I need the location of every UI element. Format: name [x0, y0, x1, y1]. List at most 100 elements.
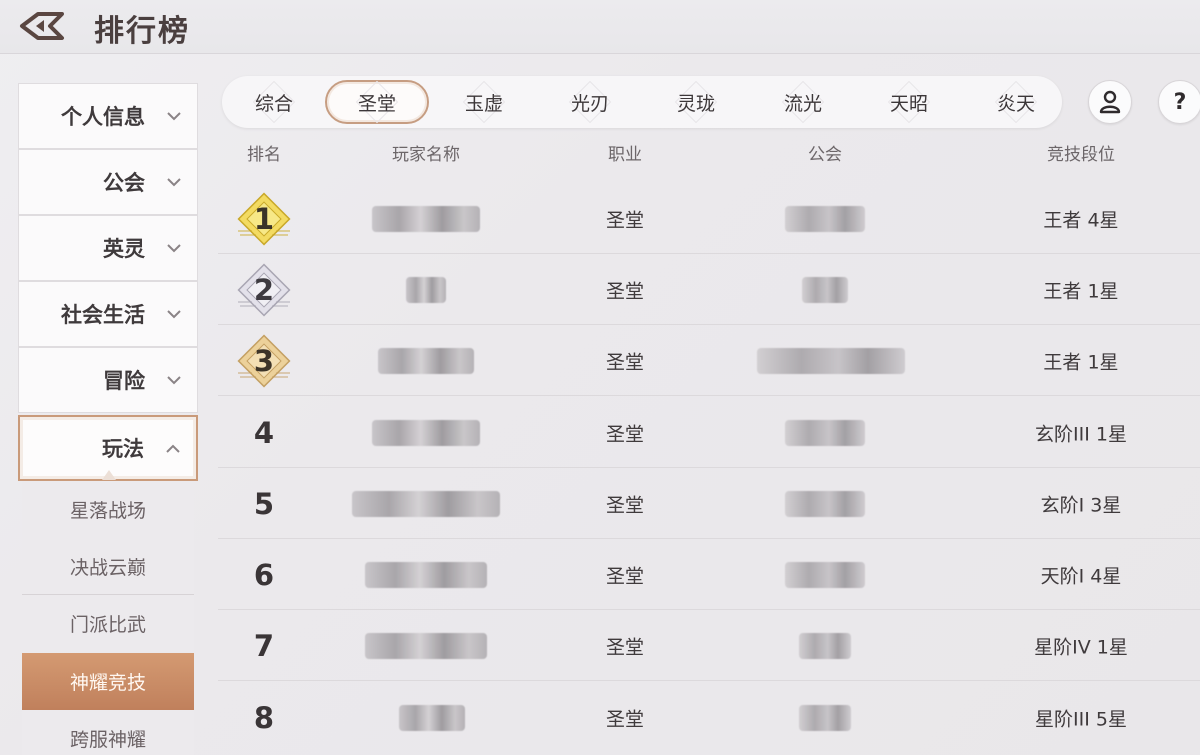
- back-button[interactable]: [18, 8, 66, 44]
- player-class: 圣堂: [605, 636, 645, 658]
- player-class: 圣堂: [605, 494, 645, 516]
- rank-number: 3: [253, 343, 275, 378]
- bronze-medal-icon: 3: [232, 329, 296, 393]
- gameplay-submenu: 星落战场 决战云巅 门派比武 神耀竞技 跨服神耀: [22, 481, 194, 755]
- gold-medal-icon: 1: [232, 187, 296, 251]
- chevron-down-icon: [167, 111, 181, 120]
- player-class: 圣堂: [605, 565, 645, 587]
- guild-name-blurred[interactable]: [785, 205, 865, 232]
- column-header-class: 职业: [608, 145, 642, 165]
- profile-button[interactable]: [1088, 80, 1132, 124]
- sidebar-item-label: 英灵: [103, 237, 145, 261]
- player-name-blurred[interactable]: [372, 419, 480, 446]
- rank-number: 2: [253, 272, 275, 307]
- player-name-blurred[interactable]: [352, 490, 500, 517]
- table-row[interactable]: 3 圣堂 王者 1星: [218, 325, 1200, 396]
- tab-guangren[interactable]: 光刃: [538, 80, 642, 124]
- tab-label: 圣堂: [357, 92, 396, 115]
- player-name-blurred[interactable]: [365, 632, 487, 659]
- tab-shengtang[interactable]: 圣堂: [325, 80, 429, 124]
- rank-number: 1: [253, 201, 275, 236]
- sidebar-item-heroes[interactable]: 英灵: [18, 215, 198, 281]
- table-row[interactable]: 1 圣堂 王者 4星: [218, 183, 1200, 254]
- rank-number: 4: [253, 415, 275, 450]
- arena-tier: 玄阶III 1星: [1035, 423, 1127, 445]
- guild-name-blurred[interactable]: [802, 276, 848, 303]
- column-header-guild: 公会: [808, 145, 842, 165]
- sidebar-item-social-life[interactable]: 社会生活: [18, 281, 198, 347]
- help-icon: ?: [1173, 89, 1187, 115]
- arena-tier: 星阶IV 1星: [1034, 636, 1128, 658]
- guild-name-blurred[interactable]: [785, 561, 865, 588]
- rank-number: 8: [253, 700, 275, 735]
- tab-label: 玉虚: [464, 92, 503, 115]
- rank-number: 7: [253, 628, 275, 663]
- tab-tianzhao[interactable]: 天昭: [857, 80, 961, 124]
- sidebar-item-label: 玩法: [102, 437, 144, 461]
- submenu-item-cloud-summit-duel[interactable]: 决战云巅: [22, 538, 194, 595]
- arena-tier: 王者 1星: [1043, 280, 1119, 302]
- table-row[interactable]: 5 圣堂 玄阶I 3星: [218, 468, 1200, 539]
- player-name-blurred[interactable]: [372, 205, 480, 232]
- tab-label: 光刃: [570, 92, 609, 115]
- player-class: 圣堂: [605, 708, 645, 730]
- guild-name-blurred[interactable]: [785, 419, 865, 446]
- sidebar-item-label: 个人信息: [61, 105, 145, 129]
- tab-label: 综合: [254, 92, 293, 115]
- sidebar-item-label: 社会生活: [61, 303, 145, 327]
- player-class: 圣堂: [605, 423, 645, 445]
- submenu-item-starfall-battlefield[interactable]: 星落战场: [22, 481, 194, 538]
- table-row[interactable]: 6 圣堂 天阶I 4星: [218, 539, 1200, 610]
- guild-name-blurred[interactable]: [757, 347, 905, 374]
- page-title: 排行榜: [94, 14, 190, 49]
- sidebar-item-adventure[interactable]: 冒险: [18, 347, 198, 413]
- table-row[interactable]: 8 圣堂 星阶III 5星: [218, 682, 1200, 753]
- chevron-down-icon: [167, 177, 181, 186]
- tab-yuxu[interactable]: 玉虚: [432, 80, 536, 124]
- table-row[interactable]: 7 圣堂 星阶IV 1星: [218, 610, 1200, 681]
- player-class: 圣堂: [605, 209, 645, 231]
- sidebar-item-personal-info[interactable]: 个人信息: [18, 83, 198, 149]
- sidebar-item-label: 公会: [103, 171, 145, 195]
- tab-yantian[interactable]: 炎天: [964, 80, 1068, 124]
- column-header-tier: 竞技段位: [1047, 145, 1115, 165]
- player-class: 圣堂: [605, 351, 645, 373]
- person-icon: [1099, 90, 1121, 114]
- player-name-blurred[interactable]: [406, 276, 446, 303]
- table-row[interactable]: 4 圣堂 玄阶III 1星: [218, 397, 1200, 468]
- player-name-blurred[interactable]: [399, 704, 465, 731]
- chevron-up-icon: [166, 444, 180, 453]
- guild-name-blurred[interactable]: [799, 704, 851, 731]
- tab-liuguang[interactable]: 流光: [751, 80, 855, 124]
- column-header-player: 玩家名称: [392, 145, 460, 165]
- tab-label: 灵珑: [676, 92, 715, 115]
- chevron-down-icon: [167, 309, 181, 318]
- tab-label: 炎天: [996, 92, 1035, 115]
- arena-tier: 王者 1星: [1043, 351, 1119, 373]
- header-bar: 排行榜: [0, 0, 1200, 54]
- table-row[interactable]: 2 圣堂 王者 1星: [218, 254, 1200, 325]
- tab-label: 天昭: [889, 92, 928, 115]
- rank-number: 6: [253, 557, 275, 592]
- tab-all[interactable]: 综合: [222, 80, 326, 124]
- chevron-down-icon: [167, 375, 181, 384]
- arena-tier: 天阶I 4星: [1040, 565, 1122, 587]
- sidebar-item-gameplay[interactable]: 玩法: [18, 415, 198, 481]
- silver-medal-icon: 2: [232, 258, 296, 322]
- column-header-rank: 排名: [247, 145, 281, 165]
- guild-name-blurred[interactable]: [799, 632, 851, 659]
- help-button[interactable]: ?: [1158, 80, 1200, 124]
- class-tab-bar: 综合 圣堂 玉虚 光刃 灵珑 流光 天昭 炎天: [222, 76, 1062, 128]
- submenu-item-sect-tournament[interactable]: 门派比武: [22, 595, 194, 652]
- submenu-item-cross-server-divine[interactable]: 跨服神耀: [22, 710, 194, 755]
- guild-name-blurred[interactable]: [785, 490, 865, 517]
- arena-tier: 玄阶I 3星: [1040, 494, 1122, 516]
- sidebar-item-guild[interactable]: 公会: [18, 149, 198, 215]
- sidebar-item-label: 冒险: [103, 369, 145, 393]
- tab-linglong[interactable]: 灵珑: [644, 80, 748, 124]
- player-name-blurred[interactable]: [378, 347, 474, 374]
- player-name-blurred[interactable]: [365, 561, 487, 588]
- chevron-down-icon: [167, 243, 181, 252]
- back-arrow-icon: [20, 12, 64, 40]
- submenu-item-divine-arena[interactable]: 神耀竞技: [22, 653, 194, 710]
